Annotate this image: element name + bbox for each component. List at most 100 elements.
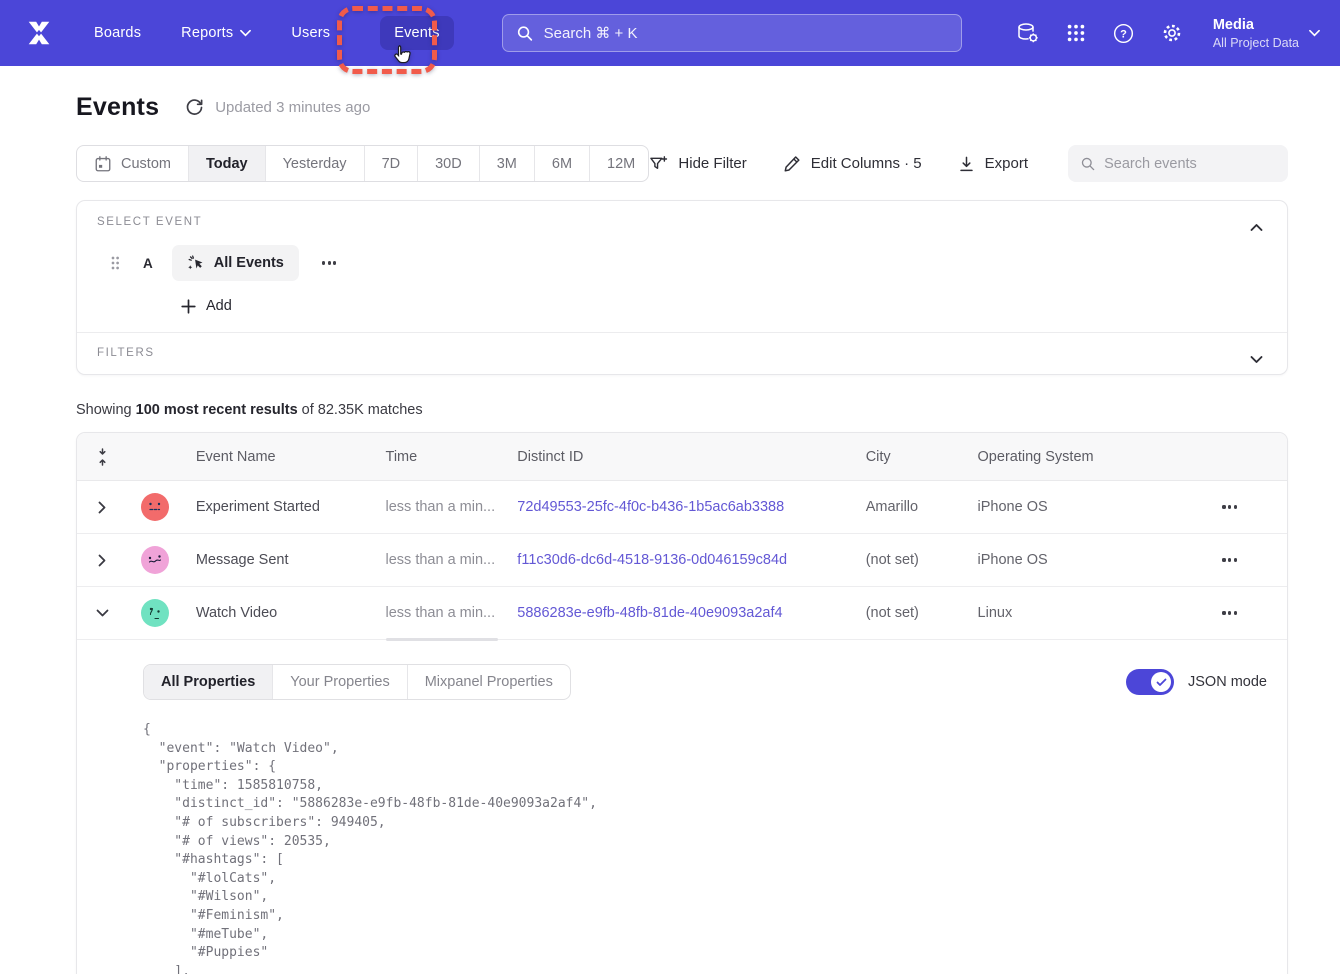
apps-grid-icon[interactable] (1065, 22, 1087, 44)
avatar-face-icon (146, 500, 164, 514)
add-event-button[interactable]: Add (181, 298, 232, 314)
row-more-options-button[interactable] (1216, 499, 1243, 514)
help-icon[interactable]: ? (1112, 22, 1135, 45)
collapse-section-button[interactable] (1246, 215, 1267, 241)
date-range-today-label: Today (206, 156, 248, 172)
events-table: Event Name Time Distinct ID City Operati… (76, 432, 1288, 974)
nav-item-reports-label: Reports (181, 25, 233, 41)
add-event-label: Add (206, 298, 232, 314)
date-range-today[interactable]: Today (188, 146, 265, 181)
search-icon (517, 25, 533, 42)
column-header-time[interactable]: Time (376, 449, 508, 465)
table-row[interactable]: Message Sent less than a min... f11c30d6… (77, 534, 1287, 587)
table-row[interactable]: Experiment Started less than a min... 72… (77, 481, 1287, 534)
export-label: Export (985, 155, 1028, 172)
title-row: Events Updated 3 minutes ago (76, 93, 1288, 122)
global-search-input[interactable] (544, 25, 947, 42)
row-more-options-button[interactable] (1216, 605, 1243, 620)
cell-city: (not set) (856, 605, 968, 621)
event-selector-pill[interactable]: All Events (172, 245, 299, 281)
table-row-expanded[interactable]: Watch Video less than a min... 5886283e-… (77, 587, 1287, 640)
main-content: Events Updated 3 minutes ago Custom Toda… (76, 93, 1288, 974)
date-range-yesterday-label: Yesterday (283, 156, 347, 172)
collapse-all-rows-button[interactable] (77, 448, 129, 466)
date-range-7d-label: 7D (382, 156, 401, 172)
date-range-3m[interactable]: 3M (479, 146, 534, 181)
column-header-os[interactable]: Operating System (968, 449, 1156, 465)
nav-item-boards[interactable]: Boards (80, 16, 155, 50)
row-more-options-button[interactable] (1216, 552, 1243, 567)
cell-distinct-id-link[interactable]: 72d49553-25fc-4f0c-b436-1b5ac6ab3388 (507, 499, 855, 515)
date-range-12m[interactable]: 12M (589, 146, 649, 181)
column-header-event-name[interactable]: Event Name (181, 449, 376, 465)
global-search[interactable] (502, 14, 962, 52)
tab-mixpanel-properties[interactable]: Mixpanel Properties (407, 665, 570, 699)
cell-distinct-id-link[interactable]: f11c30d6-dc6d-4518-9136-0d046159c84d (507, 552, 855, 568)
navbar-right: ? Media All Project Data (1016, 16, 1320, 51)
cell-event-name: Message Sent (181, 552, 376, 568)
chevron-down-icon (1309, 29, 1320, 37)
cell-os: iPhone OS (968, 499, 1156, 515)
ellipsis-icon (1222, 611, 1225, 614)
row-expand-button[interactable] (92, 548, 113, 573)
row-expand-button[interactable] (92, 495, 113, 520)
cell-city: Amarillo (856, 499, 968, 515)
cell-distinct-id-link[interactable]: 5886283e-e9fb-48fb-81de-40e9093a2af4 (507, 605, 855, 621)
chevron-down-icon (96, 609, 109, 618)
event-query-row: A All Events (97, 245, 1267, 281)
chevron-up-icon (1250, 223, 1263, 232)
column-header-city[interactable]: City (856, 449, 968, 465)
updated-timestamp: Updated 3 minutes ago (215, 99, 370, 116)
filters-label: FILTERS (97, 347, 1267, 359)
date-range-7d[interactable]: 7D (364, 146, 418, 181)
table-header-row: Event Name Time Distinct ID City Operati… (77, 433, 1287, 481)
results-summary-prefix: Showing (76, 402, 136, 418)
project-selector[interactable]: Media All Project Data (1213, 16, 1320, 51)
tab-your-properties[interactable]: Your Properties (272, 665, 406, 699)
nav-item-reports[interactable]: Reports (167, 16, 265, 50)
properties-tabs: All Properties Your Properties Mixpanel … (143, 664, 571, 700)
date-range-yesterday[interactable]: Yesterday (265, 146, 364, 181)
horizontal-scrollbar-thumb[interactable] (386, 638, 498, 642)
data-management-icon[interactable] (1016, 21, 1040, 45)
detail-toolbar: All Properties Your Properties Mixpanel … (143, 664, 1267, 700)
tab-your-properties-label: Your Properties (290, 674, 389, 690)
mixpanel-logo[interactable] (24, 18, 54, 48)
date-range-control: Custom Today Yesterday 7D 30D 3M 6M 12M (76, 145, 649, 182)
expand-filters-button[interactable] (1246, 347, 1267, 373)
cell-event-name: Experiment Started (181, 499, 376, 515)
nav-item-events[interactable]: Events (380, 16, 454, 50)
drag-handle-icon[interactable] (110, 255, 120, 271)
hide-filter-button[interactable]: Hide Filter (649, 155, 746, 173)
date-range-6m-label: 6M (552, 156, 572, 172)
date-range-6m[interactable]: 6M (534, 146, 589, 181)
search-events-input[interactable] (1104, 156, 1275, 172)
tab-all-properties[interactable]: All Properties (144, 665, 272, 699)
check-icon (1156, 678, 1167, 687)
plus-icon (181, 299, 196, 314)
column-header-distinct-id[interactable]: Distinct ID (507, 449, 855, 465)
export-button[interactable]: Export (958, 155, 1028, 173)
chevron-right-icon (98, 554, 107, 567)
nav-item-events-label: Events (394, 25, 440, 41)
nav-item-users[interactable]: Users (277, 16, 344, 50)
edit-columns-label: Edit Columns · 5 (811, 155, 922, 172)
filters-section: FILTERS (77, 333, 1287, 374)
date-range-custom[interactable]: Custom (77, 146, 188, 181)
edit-columns-button[interactable]: Edit Columns · 5 (783, 155, 922, 173)
settings-gear-icon[interactable] (1160, 21, 1184, 45)
filter-funnel-icon (649, 155, 668, 173)
svg-text:?: ? (1120, 28, 1127, 40)
row-collapse-button[interactable] (90, 603, 115, 624)
collapse-arrows-icon (96, 448, 109, 466)
event-more-options-button[interactable] (316, 255, 343, 270)
search-events[interactable] (1068, 145, 1288, 182)
results-summary-suffix: of 82.35K matches (298, 402, 423, 418)
chevron-right-icon (98, 501, 107, 514)
date-range-30d[interactable]: 30D (417, 146, 479, 181)
event-cursor-icon (187, 254, 205, 272)
refresh-button[interactable] (185, 98, 204, 117)
event-row-letter: A (143, 256, 153, 271)
date-range-custom-label: Custom (121, 156, 171, 172)
json-mode-toggle[interactable] (1126, 669, 1174, 695)
